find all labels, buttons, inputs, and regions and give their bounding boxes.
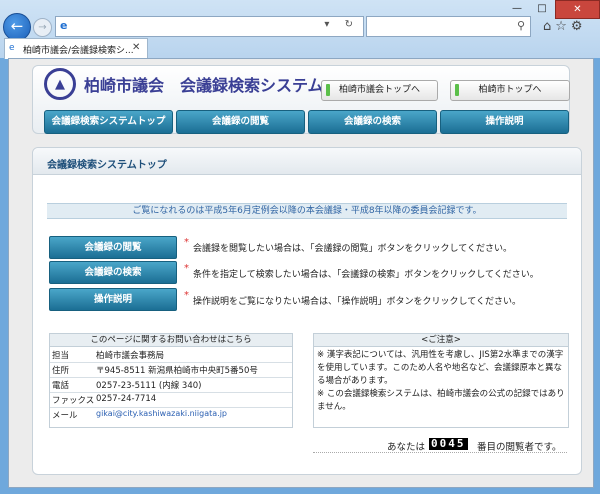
table-row: 住所 〒945-8511 新潟県柏崎市中央町5番50号 — [50, 362, 292, 378]
table-row: メール gikai@city.kashiwazaki.niigata.jp — [50, 407, 292, 422]
back-icon[interactable]: ← — [3, 13, 31, 41]
row-value: 0257-23-5111 (内線 340) — [96, 381, 202, 391]
row-value: 〒945-8511 新潟県柏崎市中央町5番50号 — [96, 366, 258, 376]
bullet-icon: * — [184, 237, 189, 248]
browser-chrome: ← → e ▾ ↻ ⚲ — □ ✕ ⌂☆⚙ e 柏崎市議会/会議録検索シ... … — [0, 0, 600, 59]
nav-help[interactable]: 操作説明 — [440, 110, 569, 134]
gear-icon[interactable]: ⚙ — [571, 19, 587, 34]
row-label: ファックス — [52, 396, 95, 406]
maximize-icon[interactable]: □ — [530, 0, 554, 17]
search-icon[interactable]: ⚲ — [517, 19, 525, 32]
link-bar-icon — [326, 84, 330, 96]
email-link[interactable]: gikai@city.kashiwazaki.niigata.jp — [96, 409, 227, 418]
help-button[interactable]: 操作説明 — [49, 288, 177, 311]
browser-tab[interactable]: e 柏崎市議会/会議録検索シ... ✕ — [4, 38, 148, 59]
row-label: 担当 — [52, 351, 70, 361]
window-controls: — □ ✕ — [503, 0, 600, 20]
page-title: 会議録検索システムトップ — [47, 160, 167, 171]
row-value: 0257-24-7714 — [96, 394, 157, 404]
main-content: 会議録検索システムトップ ご覧になれるのは平成5年6月定例会以降の本会議録・平成… — [32, 147, 582, 475]
counter-prefix: あなたは — [387, 442, 426, 453]
row-label: 電話 — [52, 381, 70, 391]
content-header: 会議録検索システムトップ — [33, 148, 581, 175]
site-header: ▲ 柏崎市議会 会議録検索システム 柏崎市議会トップへ 柏崎市トップへ 会議録検… — [32, 65, 570, 134]
city-logo: ▲ — [44, 68, 76, 100]
home-icon[interactable]: ⌂ — [543, 19, 555, 34]
notice-banner: ご覧になれるのは平成5年6月定例会以降の本会議録・平成8年以降の委員会記録です。 — [47, 203, 567, 219]
forward-icon[interactable]: → — [33, 18, 52, 37]
table-row: 担当 柏崎市議会事務局 — [50, 347, 292, 363]
nav-search[interactable]: 会議録の検索 — [308, 110, 437, 134]
link-bar-icon — [455, 84, 459, 96]
caution-box: <ご注意> ※ 漢字表記については、汎用性を考慮し、JIS第2水準までの漢字を使… — [313, 333, 569, 428]
favorites-icon[interactable]: ☆ — [555, 19, 571, 34]
ie-icon: e — [60, 19, 68, 32]
tab-close-icon[interactable]: ✕ — [132, 42, 140, 53]
tab-title: 柏崎市議会/会議録検索シ... — [23, 46, 134, 56]
table-row: 電話 0257-23-5111 (内線 340) — [50, 377, 292, 393]
search-description: 条件を指定して検索したい場合は、「会議録の検索」ボタンをクリックしてください。 — [193, 270, 539, 280]
close-icon[interactable]: ✕ — [555, 0, 600, 19]
row-value: 柏崎市議会事務局 — [96, 351, 165, 361]
caution-title: <ご注意> — [314, 334, 568, 347]
search-button[interactable]: 会議録の検索 — [49, 261, 177, 284]
address-bar[interactable]: e ▾ ↻ — [55, 16, 364, 37]
bullet-icon: * — [184, 263, 189, 274]
city-top-link[interactable]: 柏崎市トップへ — [450, 80, 570, 101]
page-viewport: ▲ 柏崎市議会 会議録検索システム 柏崎市議会トップへ 柏崎市トップへ 会議録検… — [8, 58, 594, 488]
help-description: 操作説明をご覧になりたい場合は、「操作説明」ボタンをクリックしてください。 — [193, 297, 521, 307]
nav-browse[interactable]: 会議録の閲覧 — [176, 110, 305, 134]
contact-title: このページに関するお問い合わせはこちら — [50, 334, 292, 347]
row-label: メール — [52, 411, 78, 421]
counter-suffix: 番目の閲覧者です。 — [477, 442, 562, 453]
browse-button[interactable]: 会議録の閲覧 — [49, 236, 177, 259]
refresh-icon[interactable]: ▾ ↻ — [324, 19, 359, 30]
bullet-icon: * — [184, 290, 189, 301]
caution-line: ※ この会議録検索システムは、柏崎市議会の公式の記録ではありません。 — [317, 389, 565, 412]
ie-icon: e — [9, 43, 15, 53]
site-title: 柏崎市議会 会議録検索システム — [84, 76, 324, 95]
caution-line: ※ 漢字表記については、汎用性を考慮し、JIS第2水準までの漢字を使用しています… — [317, 350, 564, 386]
caution-body: ※ 漢字表記については、汎用性を考慮し、JIS第2水準までの漢字を使用しています… — [317, 349, 565, 414]
counter-value: 0045 — [429, 437, 468, 450]
visitor-counter: あなたは 0045 番目の閲覧者です。 — [313, 438, 567, 453]
minimize-icon[interactable]: — — [505, 0, 529, 17]
assembly-top-link[interactable]: 柏崎市議会トップへ — [321, 80, 438, 101]
browse-description: 会議録を閲覧したい場合は、「会議録の閲覧」ボタンをクリックしてください。 — [193, 244, 512, 254]
nav-system-top[interactable]: 会議録検索システムトップ — [44, 110, 173, 134]
contact-table: このページに関するお問い合わせはこちら 担当 柏崎市議会事務局 住所 〒945-85… — [49, 333, 293, 428]
table-row: ファックス 0257-24-7714 — [50, 392, 292, 408]
row-label: 住所 — [52, 366, 70, 376]
toolbar-icons: ⌂☆⚙ — [543, 19, 587, 34]
